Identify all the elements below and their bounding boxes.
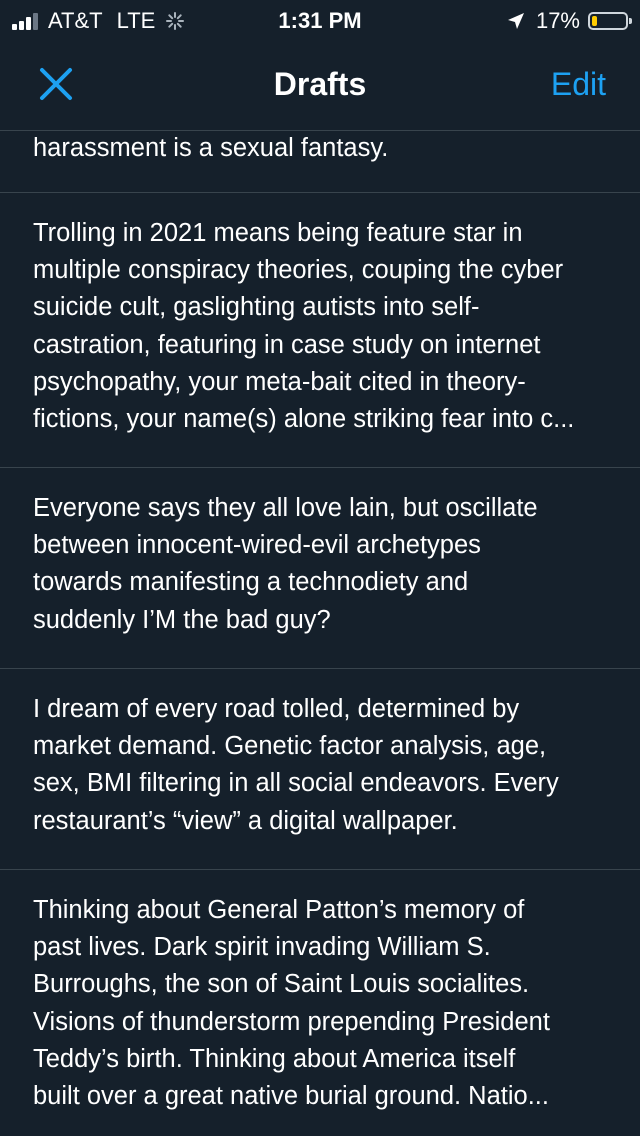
draft-line: past lives. Dark spirit invading William… [33, 933, 491, 962]
draft-text: harassment is a sexual fantasy. [33, 130, 618, 167]
draft-line: fictions, your name(s) alone striking fe… [33, 405, 575, 434]
draft-line: Everyone says they all love lain, but os… [33, 494, 538, 522]
draft-line: Visions of thunderstorm prepending Presi… [33, 1007, 550, 1036]
draft-line: multiple conspiracy theories, couping th… [33, 256, 564, 285]
draft-line: Burroughs, the son of Saint Louis social… [33, 970, 530, 999]
draft-line: suicide cult, gaslighting autists into s… [33, 293, 480, 322]
location-arrow-icon [506, 11, 526, 31]
draft-item[interactable]: Thinking about General Patton’s memory o… [0, 870, 640, 1136]
draft-line: suddenly I’M the bad guy? [33, 605, 331, 634]
draft-line: built over a great native burial ground.… [33, 1082, 549, 1111]
battery-icon [588, 12, 632, 30]
draft-line: between innocent-wired-evil archetypes [33, 531, 481, 560]
draft-line: castration, featuring in case study on i… [33, 330, 541, 359]
drafts-list[interactable]: harassment is a sexual fantasy. Trolling… [0, 130, 640, 1136]
battery-percent-label: 17% [535, 8, 580, 33]
page-title: Drafts [273, 66, 367, 102]
draft-line: Teddy’s birth. Thinking about America it… [33, 1044, 516, 1073]
draft-line: Trolling in 2021 means being feature sta… [33, 219, 523, 247]
edit-button[interactable]: Edit [551, 66, 606, 103]
draft-text: Everyone says they all love lain, but os… [33, 490, 618, 639]
draft-line: sex, BMI filtering in all social endeavo… [33, 769, 559, 798]
draft-line: restaurant’s “view” a digital wallpaper. [33, 806, 458, 835]
draft-line: harassment is a sexual fantasy. [33, 134, 389, 162]
draft-text: I dream of every road tolled, determined… [33, 691, 618, 840]
draft-item[interactable]: harassment is a sexual fantasy. [0, 130, 640, 193]
status-bar: AT&T LTE 1:31 PM 17% [0, 0, 640, 40]
draft-item[interactable]: Everyone says they all love lain, but os… [0, 468, 640, 669]
draft-line: psychopathy, your meta-bait cited in the… [33, 367, 526, 396]
draft-item[interactable]: Trolling in 2021 means being feature sta… [0, 193, 640, 468]
draft-line: market demand. Genetic factor analysis, … [33, 732, 547, 761]
draft-text: Thinking about General Patton’s memory o… [33, 892, 618, 1115]
draft-line: towards manifesting a technodiety and [33, 568, 469, 597]
draft-line: Thinking about General Patton’s memory o… [33, 896, 525, 924]
status-right: 17% [506, 8, 632, 34]
draft-text: Trolling in 2021 means being feature sta… [33, 215, 618, 438]
draft-item[interactable]: I dream of every road tolled, determined… [0, 669, 640, 870]
nav-bar: Drafts Edit [0, 40, 640, 131]
draft-line: I dream of every road tolled, determined… [33, 695, 520, 723]
